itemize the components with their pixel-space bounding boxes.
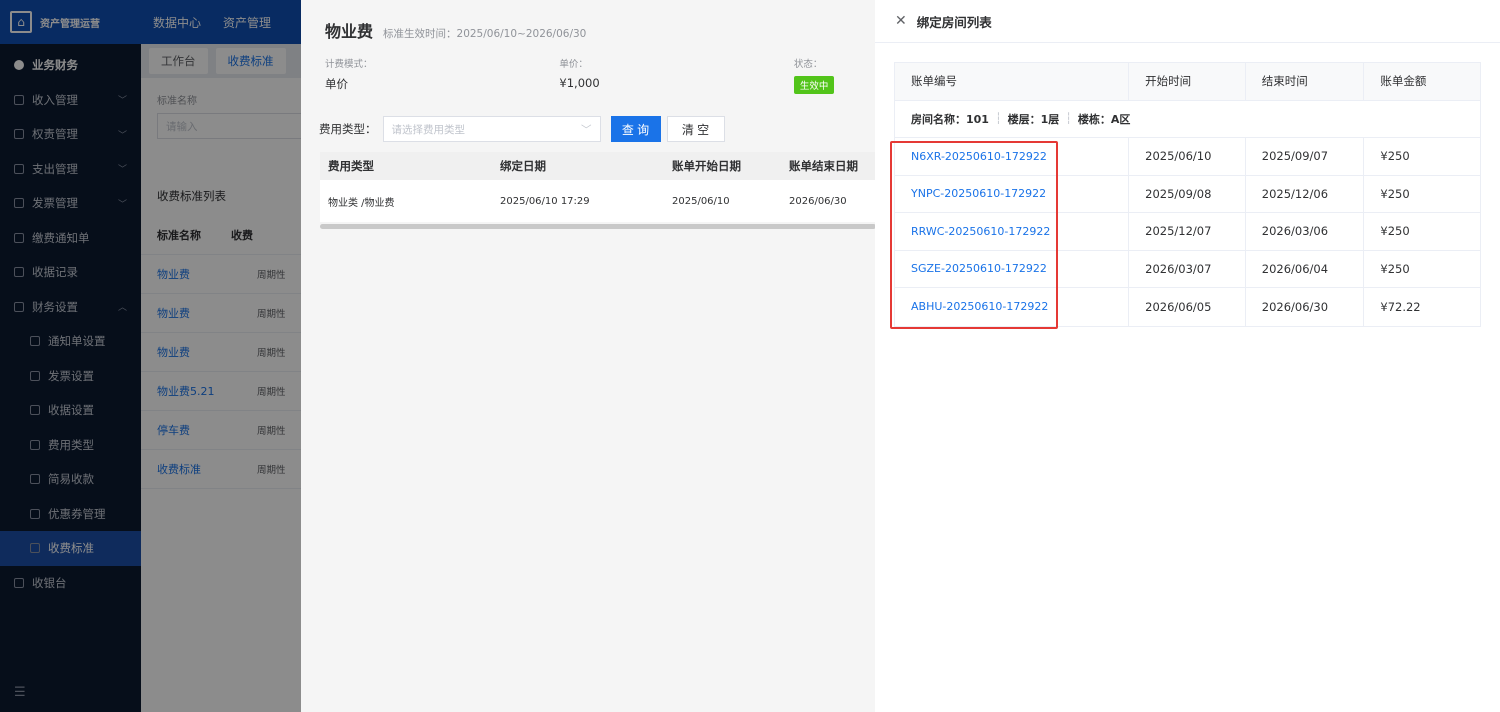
table-cell: 2026/03/06: [1246, 213, 1365, 250]
cell-bind-date: 2025/06/10 17:29: [500, 195, 590, 207]
table-cell: RRWC-20250610-172922: [895, 213, 1130, 250]
cell-bill-start: 2025/06/10: [672, 195, 730, 207]
table-header: 费用类型 绑定日期 账单开始日期 账单结束日期: [320, 152, 876, 180]
drawer-header: ✕ 绑定房间列表: [875, 0, 1500, 43]
bill-number-link[interactable]: YNPC-20250610-172922: [911, 187, 1046, 200]
col-start-time: 开始时间: [1129, 63, 1246, 100]
table-cell: ¥250: [1364, 138, 1480, 175]
cell-end-time: 2026/06/04: [1261, 261, 1329, 276]
table-cell: ¥250: [1364, 213, 1480, 250]
cell-amount: ¥250: [1380, 261, 1410, 276]
drawer-title: 物业费: [325, 22, 374, 41]
cell-end-time: 2026/06/30: [1261, 299, 1329, 314]
col-bill-start: 账单开始日期: [672, 159, 741, 173]
table-row: N6XR-20250610-172922 2025/06/10 2025/09/07…: [895, 138, 1480, 176]
bill-number-link[interactable]: SGZE-20250610-172922: [911, 262, 1047, 275]
table-cell: 2025/09/07: [1246, 138, 1365, 175]
col-bill-amount: 账单金额: [1380, 74, 1427, 89]
table-cell: 2025/12/06: [1246, 175, 1365, 212]
bill-number-link[interactable]: ABHU-20250610-172922: [911, 300, 1048, 313]
standard-detail-drawer: 物业费 标准生效时间：2025/06/10~2026/06/30 计费模式： 单…: [301, 0, 876, 712]
cell-amount: ¥250: [1380, 149, 1410, 164]
cell-bill-end: 2026/06/30: [789, 195, 847, 207]
billing-mode-value: 单价: [325, 77, 348, 91]
status-label: 状态：: [793, 59, 823, 70]
cell-start-time: 2025/06/10: [1145, 149, 1212, 164]
cell-end-time: 2025/12/06: [1261, 186, 1329, 201]
close-icon[interactable]: ✕: [895, 13, 907, 29]
horizontal-scrollbar[interactable]: [320, 224, 876, 229]
query-button[interactable]: 查 询: [610, 116, 661, 142]
table-cell: SGZE-20250610-172922: [895, 250, 1130, 287]
bill-number-link[interactable]: RRWC-20250610-172922: [911, 225, 1050, 238]
clear-button[interactable]: 清 空: [666, 116, 725, 142]
table-cell: 2025/06/10: [1129, 138, 1246, 175]
table-cell: 2026/03/07: [1129, 250, 1246, 287]
select-placeholder: 请选择费用类型: [391, 123, 466, 136]
fee-type-select[interactable]: 请选择费用类型 ﹀: [382, 116, 601, 142]
billing-mode-label: 计费模式：: [325, 59, 373, 70]
table-cell: 2025/12/07: [1129, 213, 1246, 250]
col-bind-date: 绑定日期: [500, 159, 546, 173]
status-badge: 生效中: [793, 76, 835, 94]
cell-fee-type: 物业类 /物业费: [328, 197, 395, 209]
cell-start-time: 2025/09/08: [1145, 186, 1212, 201]
room-group-info: 房间名称：101 ┆ 楼层：1层 ┆ 楼栋：A区: [895, 111, 1130, 127]
col-end-time: 结束时间: [1246, 63, 1365, 100]
effective-period: 标准生效时间：2025/06/10~2026/06/30: [383, 28, 587, 40]
table-row: RRWC-20250610-172922 2025/12/07 2026/03/06…: [895, 213, 1480, 251]
room-floor: 楼层：1层: [1007, 112, 1060, 126]
table-row: YNPC-20250610-172922 2025/09/08 2025/12/06…: [895, 175, 1480, 213]
table-cell: 2026/06/04: [1246, 250, 1365, 287]
standard-info: 计费模式： 单价 单价： ¥1,000 状态： 生效中: [301, 50, 875, 100]
table-cell: YNPC-20250610-172922: [895, 175, 1130, 212]
table-cell: 2026/06/30: [1246, 288, 1365, 326]
table-cell: 2026/06/05: [1129, 288, 1246, 326]
table-cell: ¥72.22: [1364, 288, 1480, 326]
bill-number-link[interactable]: N6XR-20250610-172922: [911, 150, 1047, 163]
table-row: SGZE-20250610-172922 2026/03/07 2026/06/04…: [895, 250, 1480, 288]
bound-fee-table: 费用类型 绑定日期 账单开始日期 账单结束日期 物业类 /物业费 2025/06…: [320, 152, 876, 222]
col-bill-end: 账单结束日期: [789, 159, 858, 173]
fee-search-bar: 费用类型： 请选择费用类型 ﹀ 查 询 清 空: [301, 100, 875, 142]
table-row[interactable]: 物业类 /物业费 2025/06/10 17:29 2025/06/10 202…: [320, 180, 876, 222]
unit-price-label: 单价：: [559, 59, 588, 70]
cell-start-time: 2026/06/05: [1145, 299, 1212, 314]
cell-start-time: 2025/12/07: [1145, 224, 1212, 239]
cell-end-time: 2025/09/07: [1261, 149, 1329, 164]
table-row: ABHU-20250610-172922 2026/06/05 2026/06/30…: [895, 288, 1480, 326]
bills-table: 账单编号 开始时间 结束时间 账单金额 房间名称：101 ┆ 楼层：1层 ┆ 楼…: [894, 62, 1481, 327]
divider: ┆: [1065, 112, 1072, 126]
table-cell: ¥250: [1364, 251, 1480, 288]
table-cell: N6XR-20250610-172922: [895, 138, 1130, 175]
table-header: 账单编号 开始时间 结束时间 账单金额: [895, 63, 1480, 101]
cell-start-time: 2026/03/07: [1145, 261, 1212, 276]
drawer-title: 绑定房间列表: [916, 14, 992, 30]
col-bill-number: 账单编号: [895, 63, 1130, 100]
table-cell: 2025/09/08: [1129, 175, 1246, 212]
table-cell: ABHU-20250610-172922: [895, 288, 1130, 326]
table-cell: ¥250: [1364, 176, 1480, 213]
cell-amount: ¥250: [1380, 224, 1410, 239]
room-group-row: 房间名称：101 ┆ 楼层：1层 ┆ 楼栋：A区: [895, 101, 1480, 138]
cell-amount: ¥72.22: [1380, 299, 1421, 314]
room-building: 楼栋：A区: [1077, 112, 1131, 126]
unit-price-value: ¥1,000: [559, 76, 600, 90]
bound-rooms-drawer: ✕ 绑定房间列表 账单编号 开始时间 结束时间 账单金额 房间名称：101 ┆ …: [875, 0, 1500, 712]
chevron-down-icon: ﹀: [581, 123, 592, 136]
fee-type-label: 费用类型：: [319, 122, 377, 136]
cell-amount: ¥250: [1380, 186, 1410, 201]
cell-end-time: 2026/03/06: [1261, 224, 1329, 239]
divider: ┆: [994, 112, 1002, 126]
room-name: 房间名称：101: [911, 112, 989, 126]
col-fee-type: 费用类型: [328, 159, 374, 173]
